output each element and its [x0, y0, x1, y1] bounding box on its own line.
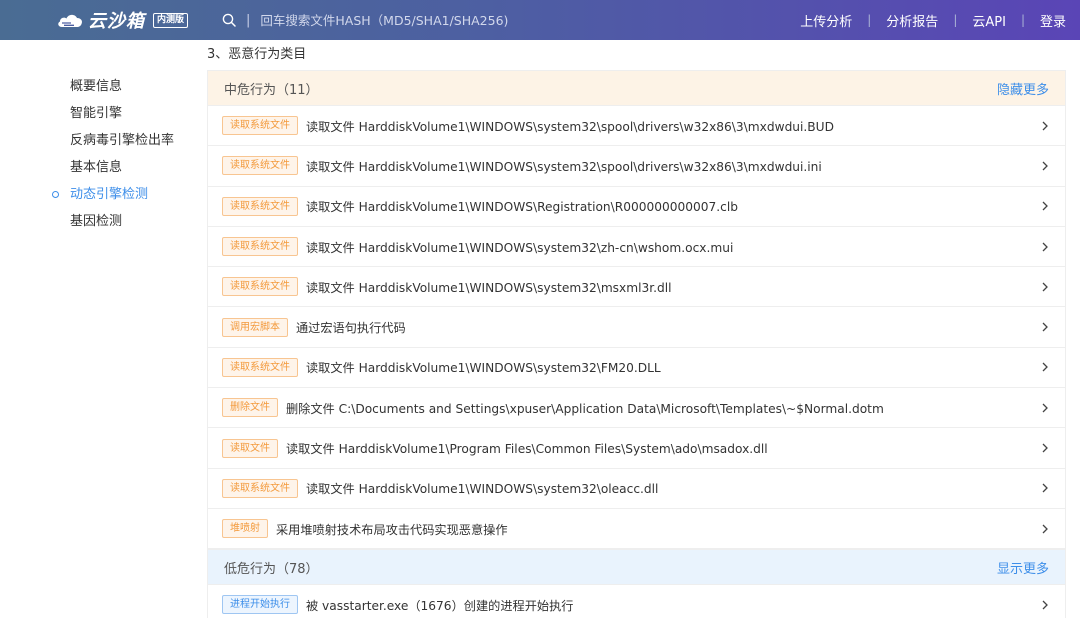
hide-more-link[interactable]: 隐藏更多	[997, 79, 1049, 98]
behavior-description: 读取文件 HarddiskVolume1\WINDOWS\Registratio…	[306, 200, 738, 215]
chevron-right-icon[interactable]	[1039, 160, 1051, 172]
main-content: 3、恶意行为类目 中危行为（11） 隐藏更多 读取系统文件 读取文件 Harddi…	[207, 40, 1066, 618]
sidebar-item-label: 智能引擎	[70, 106, 123, 121]
search-bar: |	[222, 0, 561, 40]
active-indicator-icon	[52, 191, 59, 198]
behavior-tag: 读取系统文件	[222, 277, 298, 297]
sidebar-item-label: 基因检测	[70, 214, 123, 229]
chevron-right-icon[interactable]	[1039, 523, 1051, 535]
behavior-row[interactable]: 调用宏脚本 通过宏语句执行代码	[207, 307, 1066, 348]
nav-analysis-report[interactable]: 分析报告	[886, 11, 938, 30]
group-title: 低危行为（78）	[224, 561, 319, 577]
top-nav: 上传分析 | 分析报告 | 云API | 登录	[800, 0, 1066, 40]
behavior-tag: 堆喷射	[222, 519, 268, 539]
behavior-tag: 删除文件	[222, 398, 278, 418]
behavior-tag: 读取系统文件	[222, 478, 298, 498]
show-more-link[interactable]: 显示更多	[997, 558, 1049, 577]
behavior-tag: 读取系统文件	[222, 357, 298, 377]
nav-divider: |	[867, 13, 872, 27]
chevron-right-icon[interactable]	[1039, 200, 1051, 212]
search-divider: |	[246, 12, 251, 28]
sidebar-item-label: 基本信息	[70, 160, 123, 175]
behavior-description: 读取文件 HarddiskVolume1\WINDOWS\system32\zh…	[306, 240, 734, 255]
mid-risk-group-header: 中危行为（11） 隐藏更多	[207, 70, 1066, 106]
sidebar-item-gene-detection[interactable]: 基因检测	[52, 211, 202, 238]
behavior-description: 读取文件 HarddiskVolume1\WINDOWS\system32\ms…	[306, 280, 672, 295]
chevron-right-icon[interactable]	[1039, 321, 1051, 333]
sidebar-item-av-detection-rate[interactable]: 反病毒引擎检出率	[52, 130, 202, 157]
sidebar-item-label: 动态引擎检测	[70, 187, 149, 202]
report-sidebar: 概要信息 智能引擎 反病毒引擎检出率 基本信息 动态引擎检测 基因检测	[52, 76, 202, 238]
behavior-tag: 调用宏脚本	[222, 317, 288, 337]
behavior-row[interactable]: 读取系统文件 读取文件 HarddiskVolume1\WINDOWS\syste…	[207, 347, 1066, 389]
beta-badge: 内测版	[153, 12, 189, 28]
behavior-tag: 读取系统文件	[222, 196, 298, 216]
nav-divider: |	[1020, 13, 1025, 27]
chevron-right-icon[interactable]	[1039, 402, 1051, 414]
chevron-right-icon[interactable]	[1039, 482, 1051, 494]
behavior-tag: 读取系统文件	[222, 116, 298, 136]
behavior-row[interactable]: 读取系统文件 读取文件 HarddiskVolume1\WINDOWS\syste…	[207, 468, 1066, 509]
behavior-description: 读取文件 HarddiskVolume1\Program Files\Commo…	[286, 442, 768, 457]
behavior-description: 被 vasstarter.exe（1676）创建的进程开始执行	[306, 598, 574, 613]
behavior-description: 删除文件 C:\Documents and Settings\xpuser\Ap…	[286, 401, 884, 416]
sidebar-item-summary[interactable]: 概要信息	[52, 76, 202, 103]
nav-login[interactable]: 登录	[1040, 11, 1066, 30]
group-title: 中危行为（11）	[224, 82, 319, 98]
chevron-right-icon[interactable]	[1039, 241, 1051, 253]
behavior-row[interactable]: 读取系统文件 读取文件 HarddiskVolume1\WINDOWS\Regis…	[207, 186, 1066, 227]
behavior-description: 读取文件 HarddiskVolume1\WINDOWS\system32\FM…	[306, 361, 661, 376]
behavior-row[interactable]: 读取系统文件 读取文件 HarddiskVolume1\WINDOWS\syste…	[207, 106, 1066, 147]
sidebar-item-label: 概要信息	[70, 79, 123, 94]
behavior-description: 读取文件 HarddiskVolume1\WINDOWS\system32\sp…	[306, 159, 822, 174]
sidebar-item-dynamic-detection[interactable]: 动态引擎检测	[52, 184, 202, 211]
chevron-right-icon[interactable]	[1039, 281, 1051, 293]
chevron-right-icon[interactable]	[1039, 599, 1051, 611]
behavior-row[interactable]: 删除文件 删除文件 C:\Documents and Settings\xpuse…	[207, 388, 1066, 429]
behavior-tag: 读取系统文件	[222, 237, 298, 257]
behavior-description: 读取文件 HarddiskVolume1\WINDOWS\system32\ol…	[306, 482, 659, 497]
nav-upload-analysis[interactable]: 上传分析	[800, 11, 852, 30]
chevron-right-icon[interactable]	[1039, 442, 1051, 454]
behavior-tag: 读取系统文件	[222, 156, 298, 176]
logo-text: 云沙箱	[88, 11, 145, 32]
logo[interactable]: 云沙箱 内测版	[56, 8, 189, 32]
behavior-row[interactable]: 读取系统文件 读取文件 HarddiskVolume1\WINDOWS\syste…	[207, 226, 1066, 268]
behavior-row[interactable]: 进程开始执行被 vasstarter.exe（1676）创建的进程开始执行	[207, 585, 1066, 618]
behavior-row[interactable]: 读取文件 读取文件 HarddiskVolume1\Program Files\C…	[207, 428, 1066, 469]
behavior-row[interactable]: 堆喷射 采用堆喷射技术布局攻击代码实现恶意操作	[207, 508, 1066, 550]
behavior-description: 通过宏语句执行代码	[296, 321, 406, 336]
behavior-description: 采用堆喷射技术布局攻击代码实现恶意操作	[276, 522, 508, 537]
nav-cloud-api[interactable]: 云API	[972, 11, 1006, 30]
low-risk-list: 进程开始执行被 vasstarter.exe（1676）创建的进程开始执行	[207, 585, 1066, 618]
sidebar-item-label: 反病毒引擎检出率	[70, 133, 175, 148]
section-title: 3、恶意行为类目	[207, 47, 307, 62]
cloud-sandbox-icon	[58, 14, 82, 27]
nav-divider: |	[953, 13, 958, 27]
behavior-row[interactable]: 读取系统文件 读取文件 HarddiskVolume1\WINDOWS\syste…	[207, 267, 1066, 308]
search-icon[interactable]	[222, 13, 236, 27]
behavior-row[interactable]: 读取系统文件 读取文件 HarddiskVolume1\WINDOWS\syste…	[207, 146, 1066, 187]
sidebar-item-basic-info[interactable]: 基本信息	[52, 157, 202, 184]
chevron-right-icon[interactable]	[1039, 120, 1051, 132]
top-navbar: 云沙箱 内测版 | 上传分析 | 分析报告 | 云API | 登录	[0, 0, 1080, 40]
behavior-tag: 读取文件	[222, 438, 278, 458]
hash-search-input[interactable]	[260, 12, 561, 28]
behavior-tag: 进程开始执行	[222, 595, 298, 615]
sidebar-item-smart-engine[interactable]: 智能引擎	[52, 103, 202, 130]
mid-risk-list: 读取系统文件 读取文件 HarddiskVolume1\WINDOWS\syste…	[207, 106, 1066, 550]
behavior-description: 读取文件 HarddiskVolume1\WINDOWS\system32\sp…	[306, 119, 834, 134]
chevron-right-icon[interactable]	[1039, 361, 1051, 373]
low-risk-group-header: 低危行为（78） 显示更多	[207, 549, 1066, 586]
